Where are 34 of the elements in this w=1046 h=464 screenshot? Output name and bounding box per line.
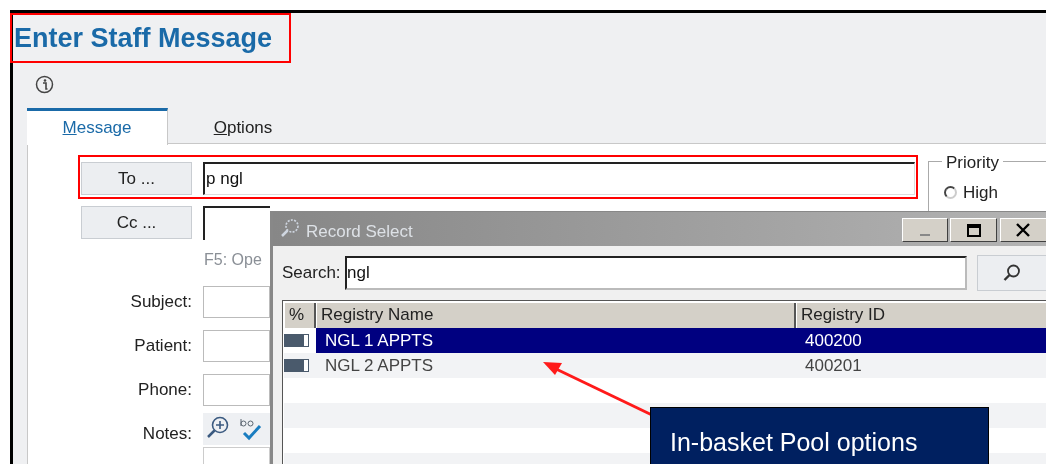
hint-text: F5: Ope — [204, 250, 263, 270]
cc-button[interactable]: Cc ... — [81, 206, 192, 239]
text-field[interactable] — [203, 330, 270, 362]
tab[interactable]: Options — [168, 108, 318, 145]
search-icon — [279, 217, 301, 239]
minimize-button[interactable] — [902, 218, 948, 242]
field-label: Patient: — [134, 335, 192, 357]
tab[interactable]: Message — [27, 108, 168, 145]
search-field[interactable]: ngl — [345, 256, 967, 290]
window-title: Enter Staff Message — [14, 22, 273, 54]
field-label: Subject: — [130, 291, 192, 313]
status-icon — [285, 360, 308, 371]
notes-label: Notes: — [142, 423, 192, 445]
maximize-icon — [966, 223, 981, 237]
to-button[interactable]: To ... — [81, 162, 192, 195]
close-icon — [1015, 223, 1031, 237]
text-field[interactable] — [203, 374, 270, 406]
radio-button[interactable] — [944, 186, 957, 200]
to-field[interactable]: p ngl — [203, 162, 915, 195]
list-row[interactable]: NGL 1 APPTS 400200 — [316, 328, 1046, 353]
field-label: Phone: — [138, 379, 192, 401]
column-header[interactable]: % — [284, 303, 316, 328]
close-button[interactable] — [1000, 218, 1046, 242]
callout-box: In-basket Pool options — [650, 407, 989, 464]
text-field[interactable] — [203, 286, 270, 318]
maximize-button[interactable] — [950, 218, 997, 242]
radio-label: High — [963, 182, 998, 204]
minimize-icon — [920, 234, 930, 237]
search-label: Search: — [282, 262, 341, 284]
cc-field[interactable] — [203, 206, 270, 240]
search-button[interactable] — [977, 255, 1046, 291]
search-icon — [1003, 264, 1021, 282]
info-icon — [35, 75, 54, 94]
dialog-title: Record Select — [306, 221, 413, 243]
